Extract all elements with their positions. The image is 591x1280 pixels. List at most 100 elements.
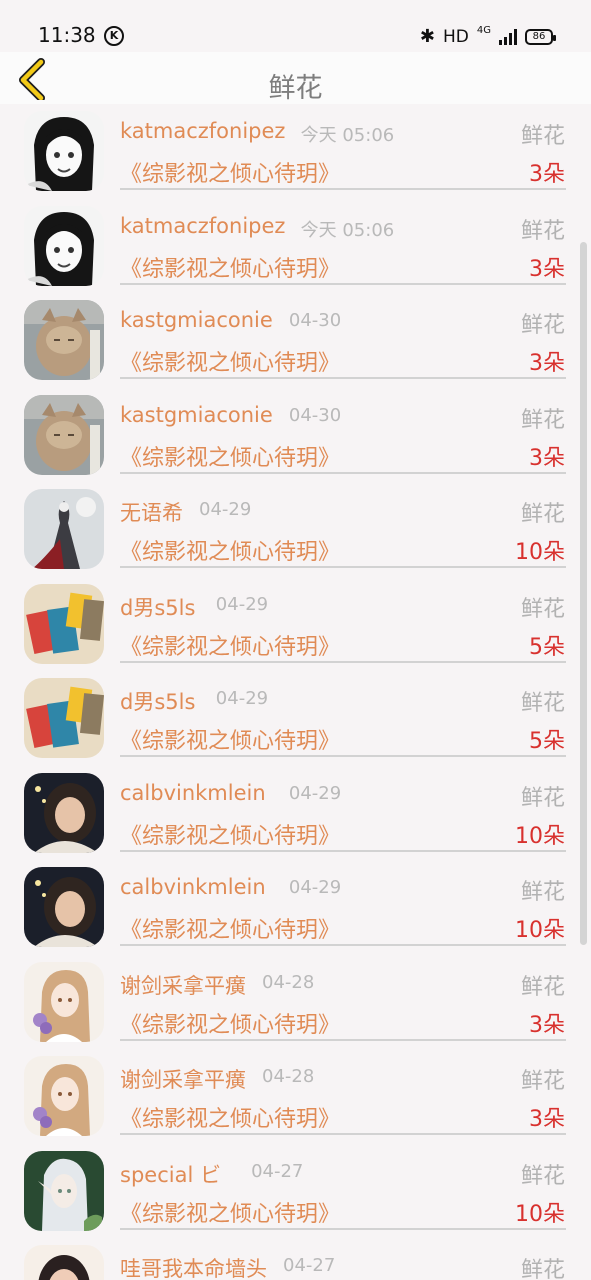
- list-item[interactable]: katmaczfonipez 今天 05:06 鲜花 《综影视之倾心待玥》 3朵: [0, 199, 591, 294]
- list-item[interactable]: 谢剑采拿平癀 04-28 鲜花 《综影视之倾心待玥》 3朵: [0, 955, 591, 1050]
- list-item[interactable]: calbvinkmlein 04-29 鲜花 《综影视之倾心待玥》 10朵: [0, 860, 591, 955]
- user-name[interactable]: 谢剑采拿平癀: [120, 1064, 246, 1094]
- bluetooth-icon: ✱: [419, 26, 435, 47]
- avatar[interactable]: [24, 300, 104, 380]
- gift-type: 鲜花: [520, 785, 565, 811]
- scrollbar[interactable]: [580, 242, 587, 945]
- status-time: 11:38: [38, 23, 96, 47]
- gift-count: 3朵: [529, 1107, 565, 1132]
- divider: [120, 188, 566, 190]
- gift-count: 3朵: [529, 1012, 565, 1038]
- gift-type: 鲜花: [520, 502, 565, 527]
- divider: [120, 944, 566, 946]
- user-name[interactable]: kastgmiaconie: [120, 403, 273, 427]
- avatar[interactable]: [24, 394, 104, 475]
- user-name[interactable]: 无语希: [120, 497, 183, 527]
- user-name[interactable]: 谢剑采拿平癀: [120, 970, 246, 1000]
- list-item[interactable]: kastgmiaconie 04-30 鲜花 《综影视之倾心待玥》 3朵: [0, 388, 591, 483]
- status-bar: 11:38 K ✱ HD 4G 86: [0, 0, 591, 52]
- book-title-link[interactable]: 《综影视之倾心待玥》: [120, 251, 340, 283]
- user-name[interactable]: calbvinkmlein: [120, 781, 266, 805]
- divider: [120, 471, 566, 474]
- divider: [120, 660, 566, 663]
- timestamp: 04-29: [288, 877, 342, 898]
- avatar[interactable]: [24, 1150, 104, 1231]
- gift-type: 鲜花: [520, 691, 565, 716]
- gift-count: 10朵: [515, 823, 565, 849]
- book-title-link[interactable]: 《综影视之倾心待玥》: [120, 818, 340, 850]
- user-name[interactable]: calbvinkmlein: [120, 875, 266, 899]
- user-name[interactable]: d男s5ls: [120, 686, 195, 716]
- gift-type: 鲜花: [520, 407, 565, 433]
- gift-type: 鲜花: [520, 596, 565, 622]
- gift-type: 鲜花: [520, 313, 565, 338]
- avatar[interactable]: [24, 583, 104, 664]
- nav-bar: 鲜花: [0, 52, 591, 104]
- timestamp: 04-29: [199, 499, 252, 520]
- user-name[interactable]: katmaczfonipez: [120, 214, 285, 238]
- gift-count: 10朵: [515, 1201, 565, 1227]
- gift-type: 鲜花: [520, 880, 565, 905]
- divider: [120, 849, 566, 852]
- book-title-link[interactable]: 《综影视之倾心待玥》: [120, 1007, 340, 1039]
- network-type: 4G: [476, 25, 491, 36]
- divider: [120, 1038, 566, 1041]
- user-name[interactable]: kastgmiaconie: [120, 308, 273, 332]
- book-title-link[interactable]: 《综影视之倾心待玥》: [120, 345, 340, 377]
- avatar[interactable]: [24, 961, 104, 1042]
- divider: [120, 377, 566, 379]
- gift-type: 鲜花: [520, 974, 565, 1000]
- timestamp: 04-27: [251, 1160, 304, 1182]
- book-title-link[interactable]: 《综影视之倾心待玥》: [120, 440, 340, 472]
- divider: [120, 566, 566, 568]
- gift-count: 5朵: [529, 634, 565, 660]
- gift-count: 3朵: [529, 351, 565, 376]
- book-title-link[interactable]: 《综影视之倾心待玥》: [120, 1196, 340, 1228]
- k-badge-icon: K: [104, 26, 124, 46]
- timestamp: 04-30: [288, 404, 342, 426]
- timestamp: 04-29: [215, 593, 269, 615]
- avatar[interactable]: [24, 205, 104, 286]
- gift-type: 鲜花: [520, 124, 565, 149]
- hd-label: HD: [443, 26, 469, 47]
- book-title-link[interactable]: 《综影视之倾心待玥》: [120, 156, 340, 188]
- list-item[interactable]: calbvinkmlein 04-29 鲜花 《综影视之倾心待玥》 10朵: [0, 766, 591, 861]
- timestamp: 04-30: [288, 310, 342, 331]
- battery-icon: 86: [525, 28, 556, 45]
- book-title-link[interactable]: 《综影视之倾心待玥》: [120, 534, 340, 566]
- avatar[interactable]: [24, 111, 104, 191]
- book-title-link[interactable]: 《综影视之倾心待玥》: [120, 629, 340, 661]
- list-item[interactable]: 哇哥我本命墙头 04-27 鲜花: [0, 1238, 591, 1280]
- avatar[interactable]: [24, 867, 104, 947]
- list-item[interactable]: special ビ 04-27 鲜花 《综影视之倾心待玥》 10朵: [0, 1144, 591, 1239]
- book-title-link[interactable]: 《综影视之倾心待玥》: [120, 1101, 340, 1133]
- timestamp: 今天 05:06: [300, 125, 395, 146]
- user-name[interactable]: d男s5ls: [120, 592, 195, 622]
- user-name[interactable]: katmaczfonipez: [120, 119, 285, 143]
- gift-type: 鲜花: [520, 1069, 565, 1094]
- avatar[interactable]: [24, 1056, 104, 1136]
- timestamp: 04-28: [262, 1066, 315, 1087]
- divider: [120, 1133, 566, 1135]
- list-item[interactable]: 无语希 04-29 鲜花 《综影视之倾心待玥》 10朵: [0, 482, 591, 577]
- avatar[interactable]: [24, 772, 104, 853]
- list-item[interactable]: kastgmiaconie 04-30 鲜花《综影视之倾心待玥》 3朵: [0, 293, 591, 388]
- divider: [120, 282, 566, 285]
- avatar[interactable]: [24, 678, 104, 758]
- book-title-link[interactable]: 《综影视之倾心待玥》: [120, 912, 340, 944]
- user-name[interactable]: 哇哥我本命墙头: [120, 1253, 267, 1280]
- avatar[interactable]: [24, 1245, 104, 1280]
- gift-count: 3朵: [529, 256, 565, 282]
- list-item[interactable]: katmaczfonipez 今天 05:06 鲜花《综影视之倾心待玥》 3朵: [0, 104, 591, 199]
- status-icons: ✱ HD 4G 86: [419, 25, 556, 47]
- list-item[interactable]: d男s5ls 04-29 鲜花 《综影视之倾心待玥》 5朵: [0, 671, 591, 766]
- user-name[interactable]: special ビ: [120, 1159, 221, 1189]
- gift-count: 3朵: [529, 162, 565, 187]
- avatar[interactable]: [24, 489, 104, 569]
- list-item[interactable]: d男s5ls 04-29 鲜花《综影视之倾心待玥》 5朵: [0, 577, 591, 672]
- flower-gift-list[interactable]: katmaczfonipez 今天 05:06 鲜花 《综影视之倾心待玥》 3朵 katm…: [0, 104, 591, 1280]
- gift-count: 5朵: [529, 729, 565, 754]
- divider: [120, 755, 566, 757]
- list-item[interactable]: 谢剑采拿平癀 04-28 鲜花《综影视之倾心待玥》 3朵: [0, 1049, 591, 1144]
- book-title-link[interactable]: 《综影视之倾心待玥》: [120, 723, 340, 755]
